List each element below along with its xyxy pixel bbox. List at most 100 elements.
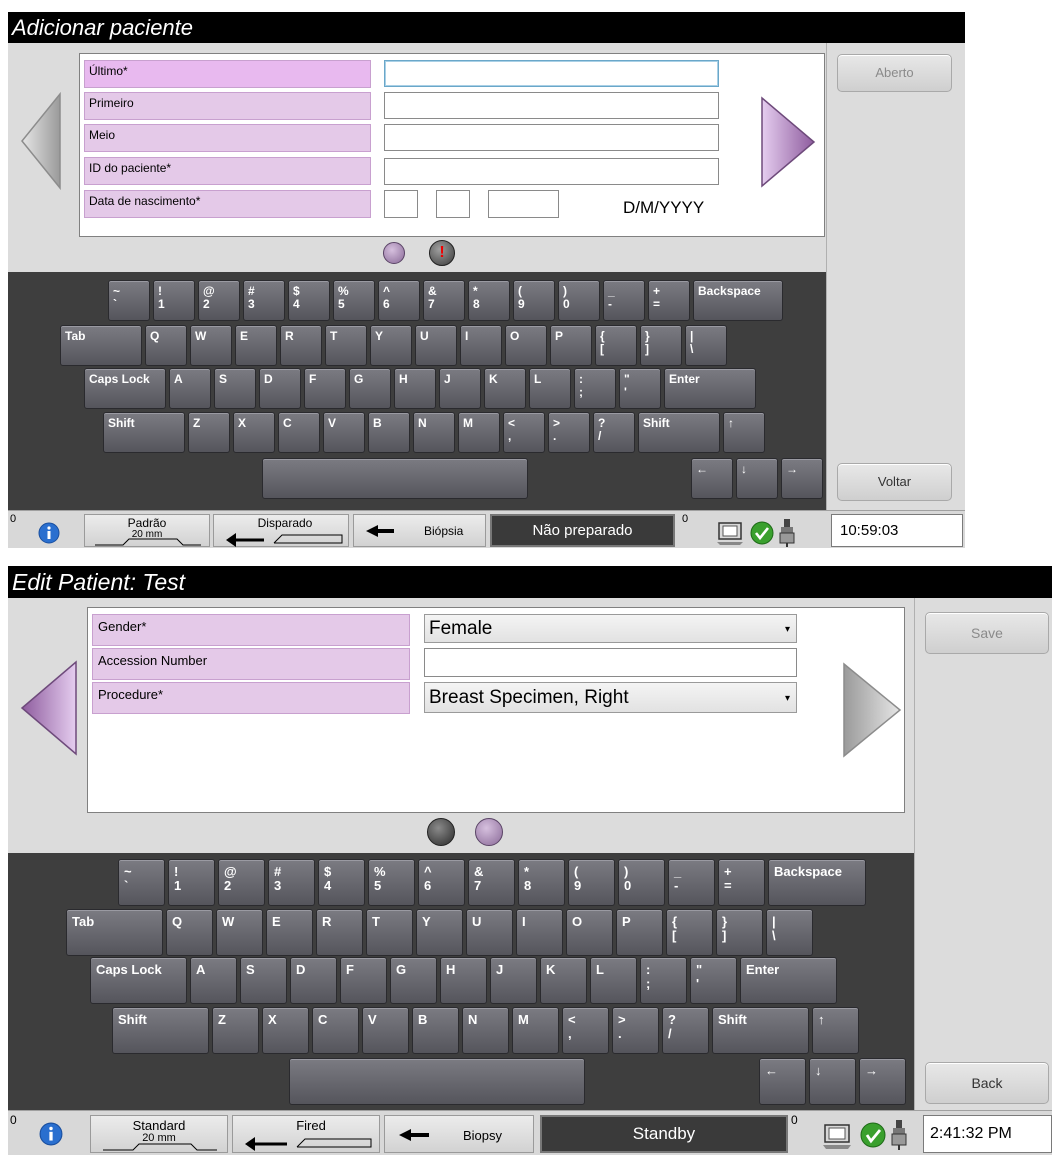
key-q[interactable]: Q [145,325,187,366]
birth-month-input[interactable] [436,190,470,218]
key-exclaim[interactable]: ! 1 [153,280,195,321]
key-greater[interactable]: >. [548,412,590,453]
key-c[interactable]: C [278,412,320,453]
biopsy-button[interactable]: Biópsia [353,514,486,547]
info-icon[interactable] [39,1122,63,1146]
key-m[interactable]: M [512,1007,559,1054]
fired-button[interactable]: Disparado [213,514,349,547]
key-n[interactable]: N [462,1007,509,1054]
key-asterisk[interactable]: * 8 [468,280,510,321]
key-shift-left[interactable]: Shift [103,412,185,453]
key-f[interactable]: F [304,368,346,409]
paddle-button[interactable]: Standard 20 mm [90,1115,228,1153]
key-z[interactable]: Z [212,1007,259,1054]
key-n[interactable]: N [413,412,455,453]
key-plus[interactable]: + = [648,280,690,321]
next-page-arrow-icon[interactable] [760,96,816,188]
next-page-arrow-icon[interactable] [842,662,902,758]
key-g[interactable]: G [349,368,391,409]
key-q[interactable]: Q [166,909,213,956]
key-plus[interactable]: + = [718,859,765,906]
key-caps-lock[interactable]: Caps Lock [84,368,166,409]
key-down-arrow[interactable]: ↓ [736,458,778,499]
key-underscore[interactable]: _ - [668,859,715,906]
key-w[interactable]: W [190,325,232,366]
key-tab[interactable]: Tab [66,909,163,956]
key-l[interactable]: L [529,368,571,409]
previous-page-arrow-icon[interactable] [20,92,62,190]
key-shift-left[interactable]: Shift [112,1007,209,1054]
key-b[interactable]: B [368,412,410,453]
birth-year-input[interactable] [488,190,559,218]
patient-id-input[interactable] [384,158,719,185]
key-left-arrow[interactable]: ← [759,1058,806,1105]
key-rparen[interactable]: ) 0 [558,280,600,321]
back-button[interactable]: Back [925,1062,1049,1104]
key-lbrace[interactable]: {[ [595,325,637,366]
key-question[interactable]: ? / [593,412,635,453]
key-greater[interactable]: >. [612,1007,659,1054]
key-space[interactable] [262,458,528,499]
key-caret[interactable]: ^ 6 [418,859,465,906]
key-hash[interactable]: #3 [243,280,285,321]
key-backspace[interactable]: Backspace [768,859,866,906]
previous-page-arrow-icon[interactable] [20,660,78,756]
key-h[interactable]: H [394,368,436,409]
key-d[interactable]: D [290,957,337,1004]
key-k[interactable]: K [540,957,587,1004]
key-shift-right[interactable]: Shift [712,1007,809,1054]
key-quote[interactable]: " ' [690,957,737,1004]
check-ok-icon[interactable] [860,1122,886,1148]
key-lparen[interactable]: (9 [513,280,555,321]
workstation-icon[interactable] [822,1122,854,1150]
key-percent[interactable]: % 5 [368,859,415,906]
key-l[interactable]: L [590,957,637,1004]
key-asterisk[interactable]: * 8 [518,859,565,906]
key-o[interactable]: O [566,909,613,956]
key-s[interactable]: S [240,957,287,1004]
key-less[interactable]: <, [562,1007,609,1054]
key-ampersand[interactable]: & 7 [423,280,465,321]
key-i[interactable]: I [516,909,563,956]
biopsy-button[interactable]: Biopsy [384,1115,534,1153]
key-j[interactable]: J [490,957,537,1004]
workstation-icon[interactable] [716,520,746,546]
xray-tube-icon[interactable] [888,1118,910,1150]
key-w[interactable]: W [216,909,263,956]
key-p[interactable]: P [550,325,592,366]
key-rbrace[interactable]: }] [640,325,682,366]
key-t[interactable]: T [366,909,413,956]
key-colon[interactable]: :; [640,957,687,1004]
key-dollar[interactable]: $4 [318,859,365,906]
key-left-arrow[interactable]: ← [691,458,733,499]
key-up-arrow[interactable]: ↑ [723,412,765,453]
key-quote[interactable]: " ' [619,368,661,409]
key-right-arrow[interactable]: → [859,1058,906,1105]
key-colon[interactable]: :; [574,368,616,409]
last-name-input[interactable] [384,60,719,87]
key-tab[interactable]: Tab [60,325,142,366]
key-lbrace[interactable]: {[ [666,909,713,956]
fired-button[interactable]: Fired [232,1115,380,1153]
key-u[interactable]: U [415,325,457,366]
key-j[interactable]: J [439,368,481,409]
key-x[interactable]: X [262,1007,309,1054]
key-shift-right[interactable]: Shift [638,412,720,453]
key-tilde[interactable]: ~ ` [108,280,150,321]
accession-number-input[interactable] [424,648,797,677]
save-button[interactable]: Save [925,612,1049,654]
key-lparen[interactable]: (9 [568,859,615,906]
key-caps-lock[interactable]: Caps Lock [90,957,187,1004]
gender-select[interactable]: Female ▾ [424,614,797,643]
key-f[interactable]: F [340,957,387,1004]
key-r[interactable]: R [316,909,363,956]
key-enter[interactable]: Enter [664,368,756,409]
open-button[interactable]: Aberto [837,54,952,92]
key-r[interactable]: R [280,325,322,366]
key-question[interactable]: ? / [662,1007,709,1054]
key-u[interactable]: U [466,909,513,956]
key-s[interactable]: S [214,368,256,409]
key-z[interactable]: Z [188,412,230,453]
procedure-select[interactable]: Breast Specimen, Right ▾ [424,682,797,713]
key-exclaim[interactable]: ! 1 [168,859,215,906]
